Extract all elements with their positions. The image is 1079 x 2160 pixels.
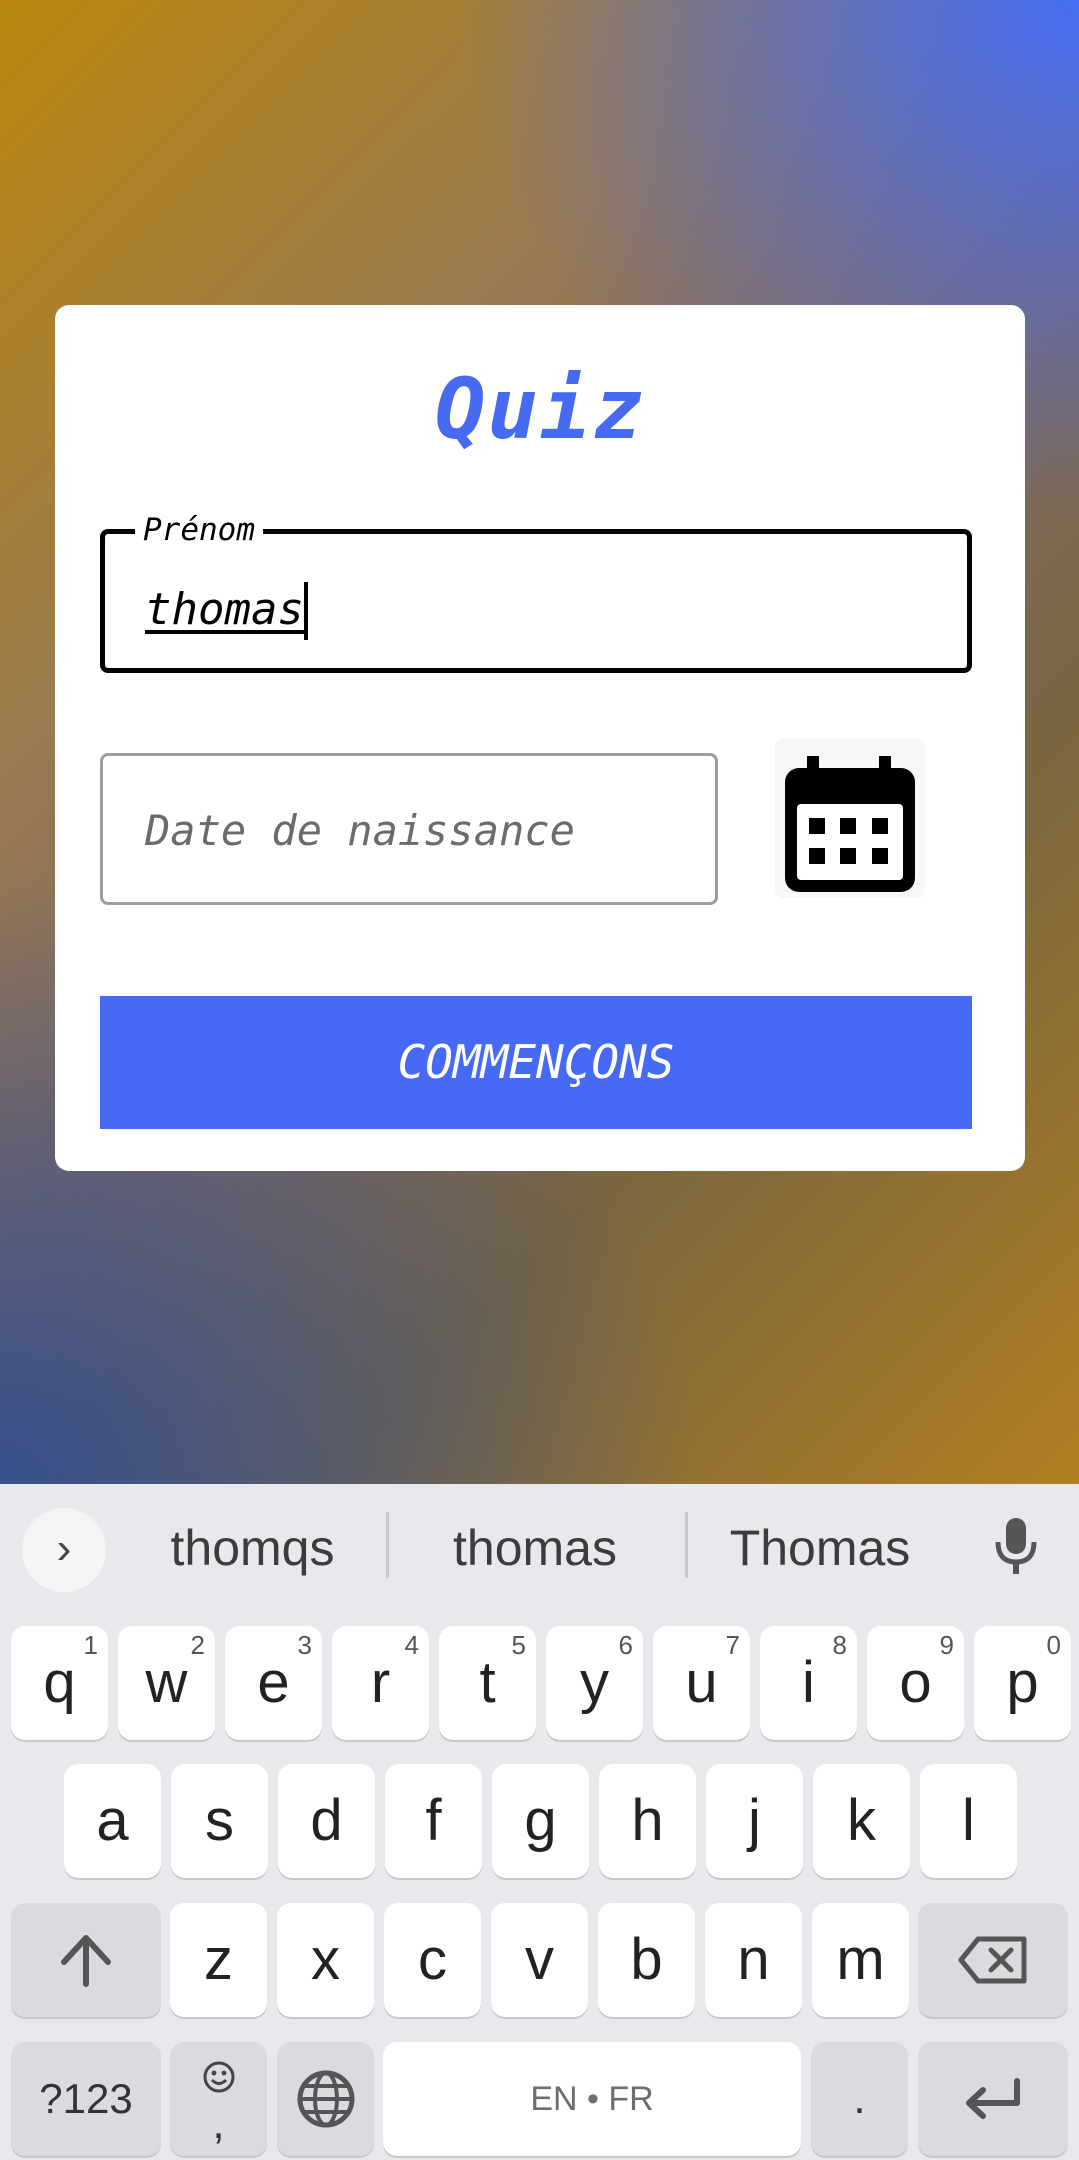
chevron-right-icon[interactable]: › bbox=[22, 1508, 106, 1592]
symbols-key[interactable]: ?123 bbox=[11, 2042, 161, 2156]
birthdate-field[interactable]: Date de naissance bbox=[100, 753, 718, 905]
key-label: v bbox=[525, 1927, 554, 1992]
key-label: d bbox=[310, 1788, 343, 1853]
key-n[interactable]: n bbox=[705, 1903, 802, 2017]
key-label: t bbox=[479, 1650, 496, 1715]
enter-key[interactable] bbox=[918, 2042, 1068, 2156]
quiz-title: Quiz bbox=[434, 360, 646, 458]
key-label: w bbox=[145, 1650, 188, 1715]
key-c[interactable]: c bbox=[384, 1903, 481, 2017]
key-label: y bbox=[580, 1650, 609, 1715]
key-l[interactable]: l bbox=[920, 1764, 1017, 1878]
suggestion-2[interactable]: thomas bbox=[420, 1512, 650, 1584]
key-label: u bbox=[685, 1650, 718, 1715]
suggestion-1[interactable]: thomqs bbox=[140, 1512, 365, 1584]
key-label: l bbox=[962, 1788, 975, 1853]
period-key[interactable]: . bbox=[811, 2042, 908, 2156]
key-hint: 8 bbox=[832, 1630, 847, 1660]
key-s[interactable]: s bbox=[171, 1764, 268, 1878]
key-hint: 9 bbox=[939, 1630, 954, 1660]
key-hint: 3 bbox=[297, 1630, 312, 1660]
emoji-icon bbox=[203, 2061, 234, 2093]
key-label: z bbox=[204, 1927, 233, 1992]
key-o[interactable]: o9 bbox=[867, 1626, 964, 1740]
key-e[interactable]: e3 bbox=[225, 1626, 322, 1740]
key-label: e bbox=[257, 1650, 290, 1715]
key-hint: 7 bbox=[725, 1630, 740, 1660]
key-u[interactable]: u7 bbox=[653, 1626, 750, 1740]
key-label: b bbox=[630, 1927, 663, 1992]
key-label: s bbox=[205, 1788, 234, 1853]
key-hint: 4 bbox=[404, 1630, 419, 1660]
key-q[interactable]: q1 bbox=[11, 1626, 108, 1740]
key-hint: 1 bbox=[83, 1630, 98, 1660]
key-label: q bbox=[43, 1650, 76, 1715]
key-hint: 0 bbox=[1046, 1630, 1061, 1660]
key-m[interactable]: m bbox=[812, 1903, 909, 2017]
key-label: k bbox=[847, 1788, 876, 1853]
key-i[interactable]: i8 bbox=[760, 1626, 857, 1740]
key-label: m bbox=[836, 1927, 885, 1992]
key-k[interactable]: k bbox=[813, 1764, 910, 1878]
comma-label: , bbox=[212, 2099, 225, 2148]
key-label: i bbox=[802, 1650, 815, 1715]
birthdate-placeholder: Date de naissance bbox=[145, 806, 575, 855]
firstname-input[interactable]: thomas bbox=[145, 584, 304, 635]
text-cursor bbox=[304, 582, 308, 640]
key-r[interactable]: r4 bbox=[332, 1626, 429, 1740]
key-label: g bbox=[524, 1788, 557, 1853]
key-label: j bbox=[748, 1788, 761, 1853]
key-y[interactable]: y6 bbox=[546, 1626, 643, 1740]
key-label: n bbox=[737, 1927, 770, 1992]
key-d[interactable]: d bbox=[278, 1764, 375, 1878]
key-b[interactable]: b bbox=[598, 1903, 695, 2017]
key-g[interactable]: g bbox=[492, 1764, 589, 1878]
key-label: a bbox=[96, 1788, 129, 1853]
keyboard: › thomqs thomas Thomas ?123 , EN • FR . … bbox=[0, 1484, 1079, 2160]
language-key[interactable] bbox=[277, 2042, 374, 2156]
key-t[interactable]: t5 bbox=[439, 1626, 536, 1740]
backspace-key[interactable] bbox=[918, 1903, 1068, 2017]
space-key[interactable]: EN • FR bbox=[383, 2042, 801, 2156]
key-x[interactable]: x bbox=[277, 1903, 374, 2017]
key-h[interactable]: h bbox=[599, 1764, 696, 1878]
key-label: x bbox=[311, 1927, 340, 1992]
calendar-button[interactable] bbox=[775, 738, 925, 898]
suggestion-divider bbox=[386, 1512, 389, 1578]
key-hint: 5 bbox=[511, 1630, 526, 1660]
key-label: p bbox=[1006, 1650, 1039, 1715]
key-f[interactable]: f bbox=[385, 1764, 482, 1878]
suggestion-3[interactable]: Thomas bbox=[710, 1512, 930, 1584]
key-j[interactable]: j bbox=[706, 1764, 803, 1878]
key-label: h bbox=[631, 1788, 664, 1853]
start-button[interactable]: COMMENÇONS bbox=[100, 996, 972, 1129]
microphone-icon[interactable] bbox=[990, 1516, 1042, 1578]
key-hint: 6 bbox=[618, 1630, 633, 1660]
shift-arrow-icon bbox=[61, 1935, 111, 1987]
key-v[interactable]: v bbox=[491, 1903, 588, 2017]
key-z[interactable]: z bbox=[170, 1903, 267, 2017]
globe-icon bbox=[297, 2070, 354, 2128]
suggestion-bar: › thomqs thomas Thomas bbox=[0, 1484, 1079, 1604]
key-hint: 2 bbox=[190, 1630, 205, 1660]
key-label: r bbox=[370, 1650, 391, 1715]
key-label: f bbox=[425, 1788, 442, 1853]
backspace-icon bbox=[958, 1936, 1027, 1984]
key-label: c bbox=[418, 1927, 447, 1992]
key-w[interactable]: w2 bbox=[118, 1626, 215, 1740]
enter-icon bbox=[966, 2078, 1020, 2119]
calendar-icon bbox=[785, 756, 915, 892]
key-label: o bbox=[899, 1650, 932, 1715]
firstname-field[interactable]: Prénom thomas bbox=[100, 512, 972, 673]
shift-key[interactable] bbox=[11, 1903, 161, 2017]
emoji-comma-key[interactable]: , bbox=[170, 2042, 267, 2156]
quiz-card: Quiz Prénom thomas Date de naissance COM… bbox=[55, 305, 1025, 1171]
suggestion-divider bbox=[685, 1512, 688, 1578]
key-p[interactable]: p0 bbox=[974, 1626, 1071, 1740]
key-a[interactable]: a bbox=[64, 1764, 161, 1878]
firstname-label: Prénom bbox=[135, 512, 263, 548]
